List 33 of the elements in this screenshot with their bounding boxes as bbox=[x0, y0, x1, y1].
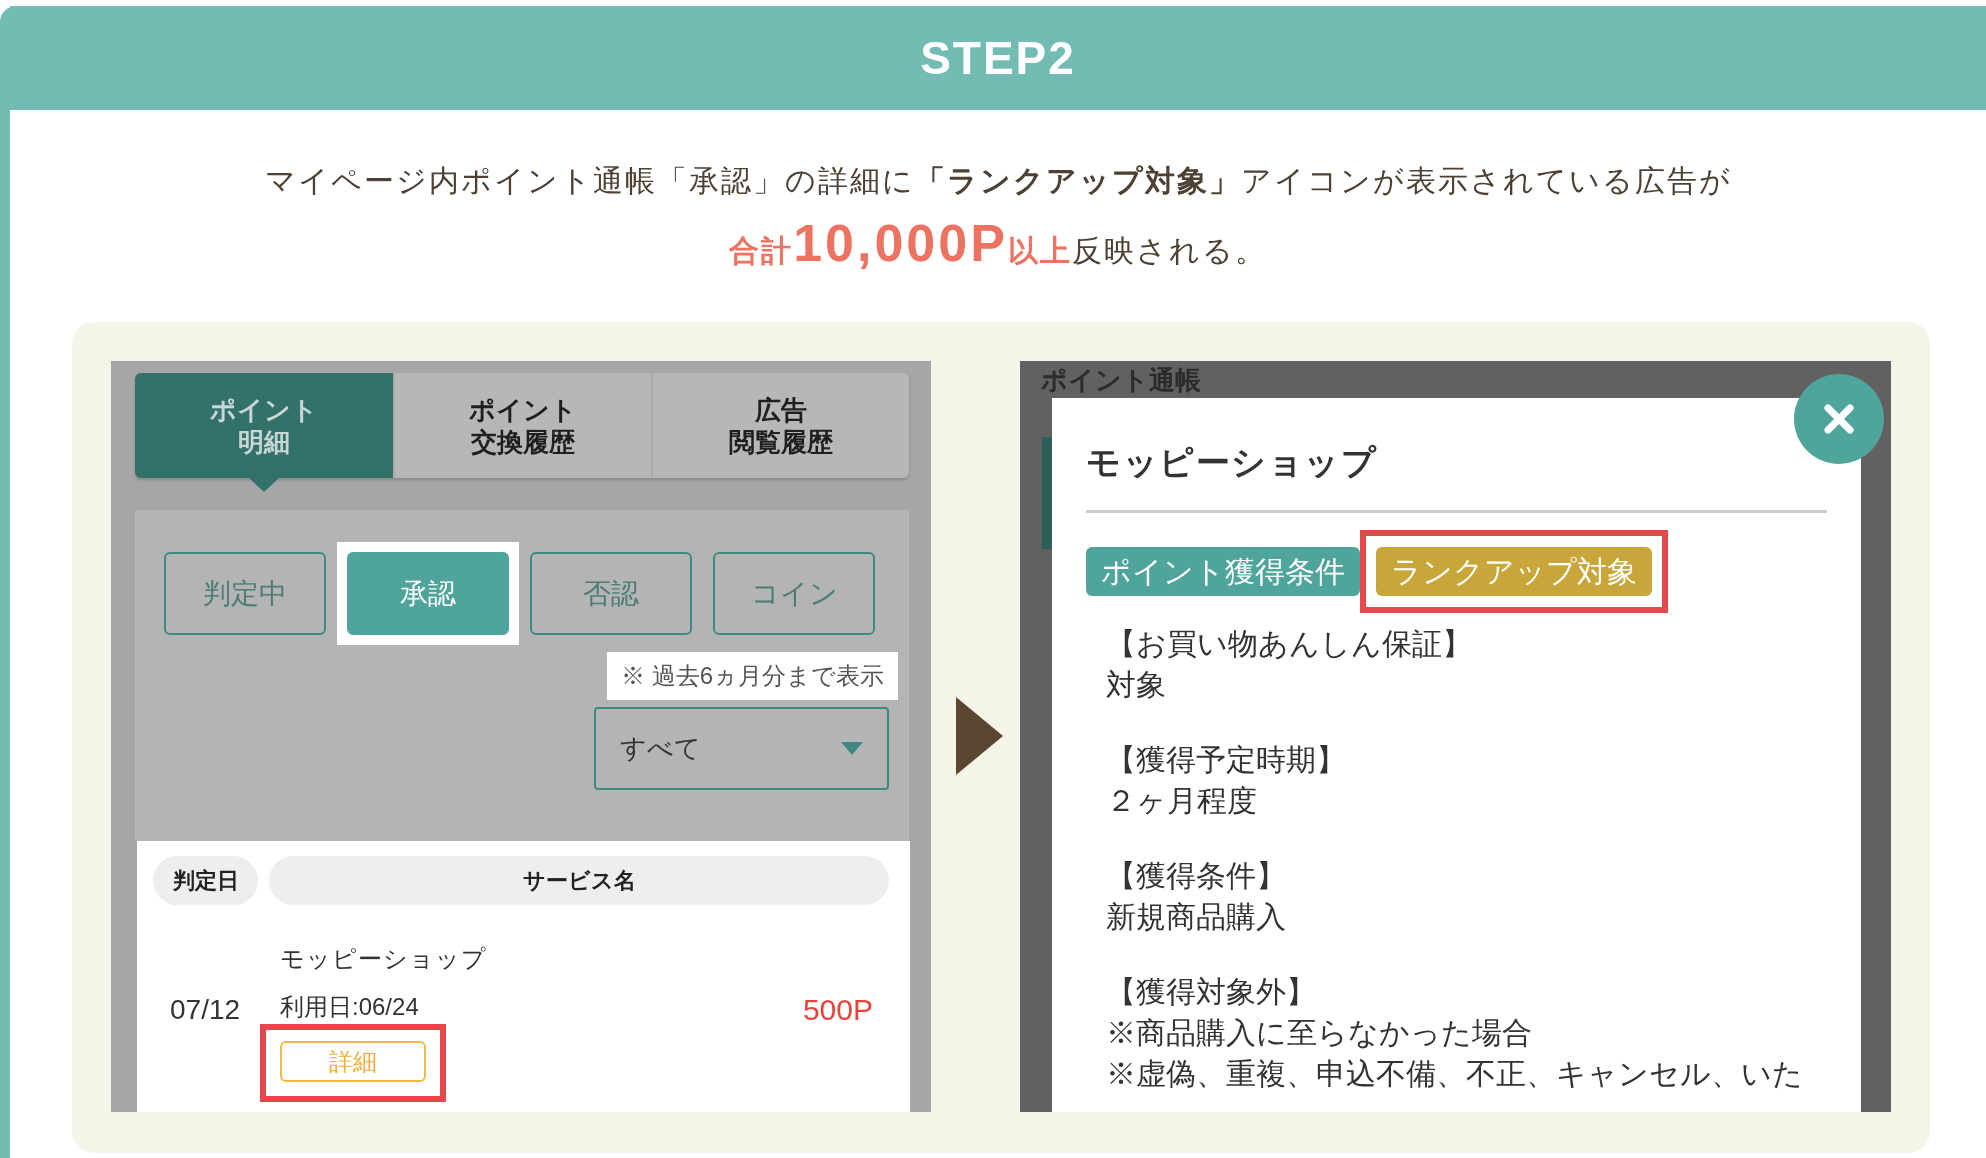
section-text: 新規商品購入 bbox=[1106, 899, 1286, 935]
section-heading: 【獲得条件】 bbox=[1106, 858, 1286, 894]
section-heading: 【お買い物あんしん保証】 bbox=[1106, 626, 1472, 662]
caret-icon bbox=[841, 742, 863, 755]
step-title: STEP2 bbox=[920, 35, 1076, 81]
modal-title: モッピーショップ bbox=[1086, 442, 1377, 483]
filter-button[interactable]: コイン bbox=[713, 552, 875, 635]
points-amount: 500P bbox=[802, 993, 873, 1027]
note-label: ※ 過去6ヵ月分まで表示 bbox=[607, 652, 898, 700]
section-text: ※商品購入に至らなかった場合 bbox=[1106, 1015, 1532, 1051]
filter-button[interactable]: 承認 bbox=[347, 552, 509, 635]
category-tag: ポイント獲得条件 bbox=[1086, 547, 1360, 596]
section-heading: 【獲得対象外】 bbox=[1106, 974, 1316, 1010]
table-cell-text: 07/12 bbox=[170, 993, 242, 1027]
section-heading: 【獲得予定時期】 bbox=[1106, 742, 1346, 778]
category-tag: ランクアップ対象 bbox=[1376, 547, 1652, 596]
tab-pointer-icon bbox=[249, 478, 279, 492]
column-header: 判定日 bbox=[153, 856, 258, 905]
service-name: モッピーショップ bbox=[280, 944, 487, 974]
section-text: ※虚偽、重複、申込不備、不正、キャンセル、いた bbox=[1106, 1056, 1803, 1092]
filter-button[interactable]: 判定中 bbox=[164, 552, 326, 635]
detail-button[interactable]: 詳細 bbox=[280, 1041, 426, 1082]
instruction-text: マイページ内ポイント通帳「承認」の詳細に「ランクアップ対象」アイコンが表示されている広告が 合計10,000P 以上反映される。 bbox=[264, 163, 1732, 274]
column-header: サービス名 bbox=[269, 856, 889, 905]
filter-button[interactable]: 否認 bbox=[530, 552, 692, 635]
close-icon bbox=[1824, 404, 1854, 434]
tab[interactable]: 広告 閲覧履歴 bbox=[651, 373, 909, 478]
right-arrow-icon bbox=[956, 697, 1003, 775]
tab[interactable]: ポイント 交換履歴 bbox=[393, 373, 651, 478]
section-text: 対象 bbox=[1106, 667, 1166, 703]
usage-date: 利用日:06/24 bbox=[280, 992, 419, 1022]
section-text: ２ヶ月程度 bbox=[1106, 783, 1257, 819]
dropdown-field[interactable]: すべて bbox=[594, 707, 889, 790]
